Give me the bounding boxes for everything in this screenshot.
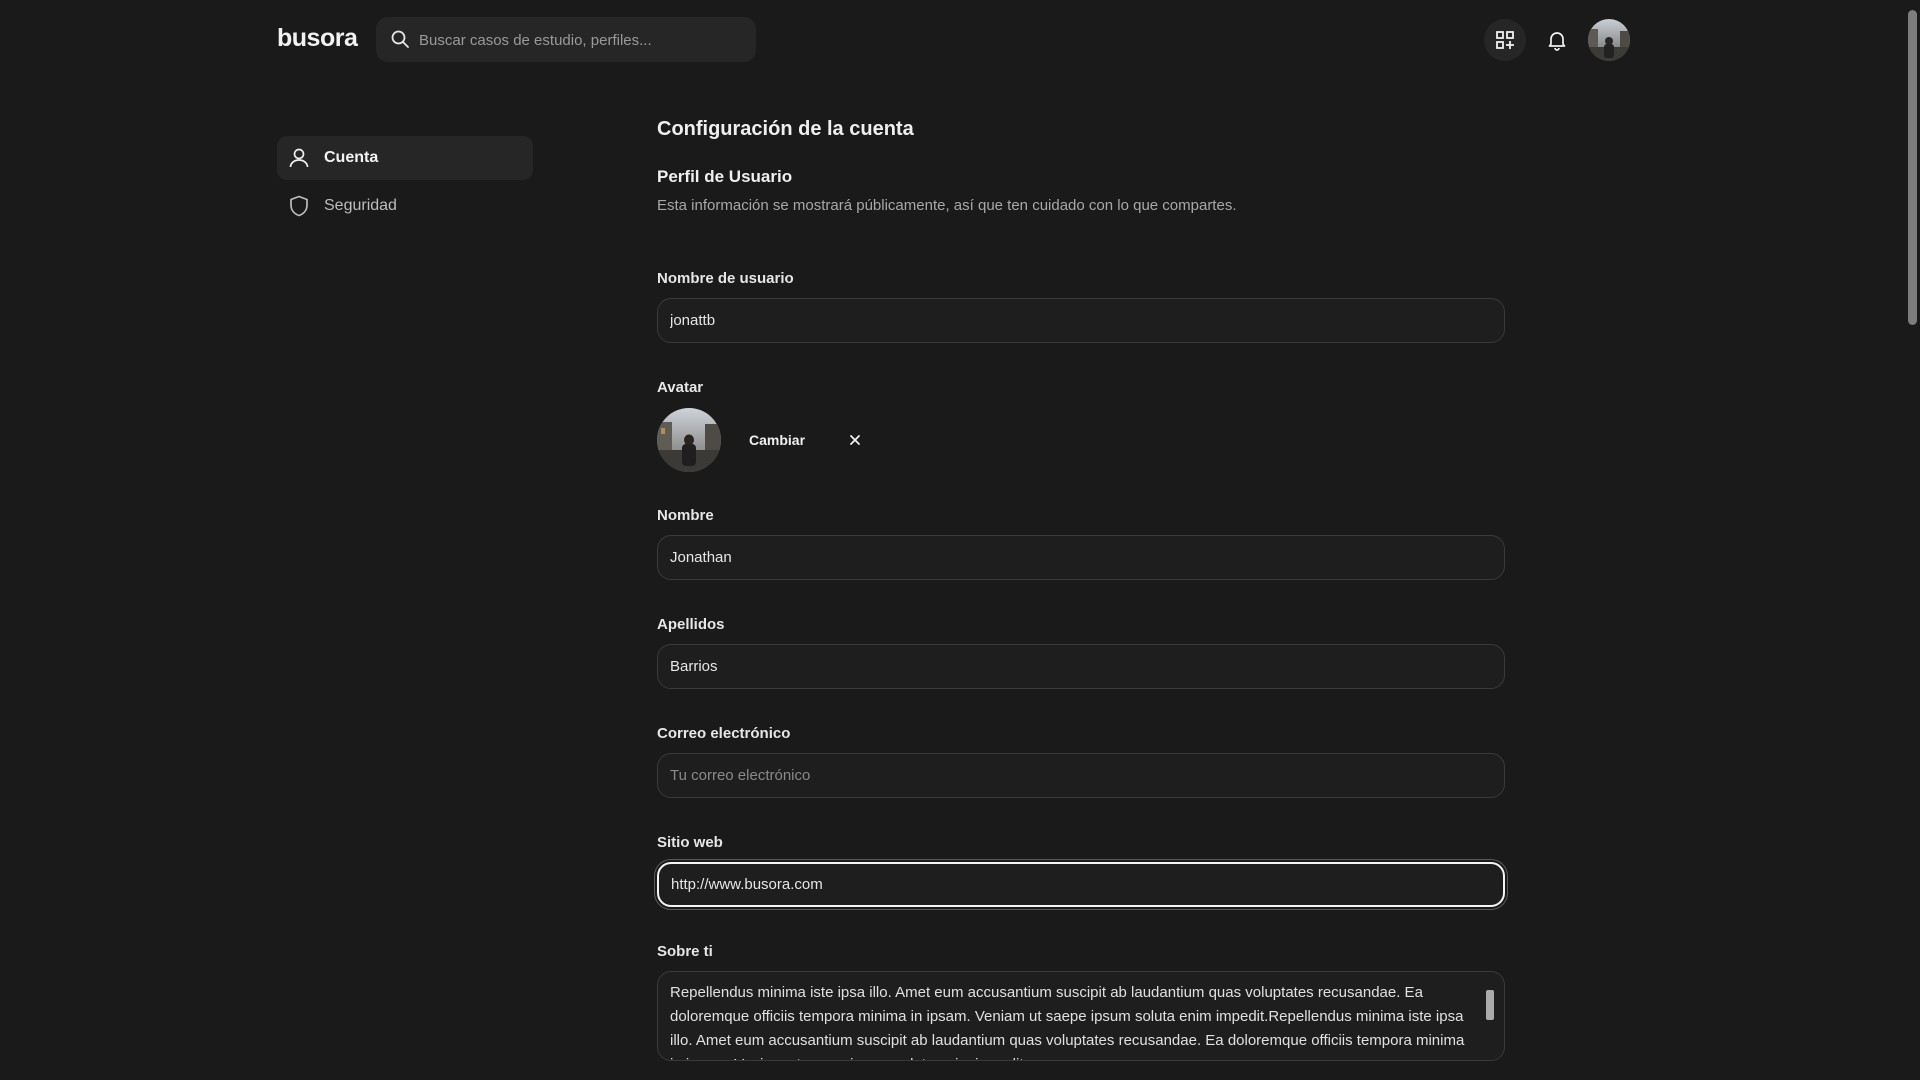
bell-icon — [1548, 32, 1566, 51]
last-name-input[interactable] — [657, 644, 1505, 689]
page-scrollbar-thumb[interactable] — [1908, 10, 1917, 325]
email-label: Correo electrónico — [657, 725, 791, 742]
page-title: Configuración de la cuenta — [657, 118, 914, 140]
about-text: Repellendus minima iste ipsa illo. Amet … — [670, 984, 1465, 1060]
notifications-button[interactable] — [1536, 19, 1578, 61]
sidebar-item-label: Cuenta — [324, 149, 379, 166]
avatar-field-group: Avatar Cambiar — [657, 379, 1505, 472]
avatar-photo — [1588, 19, 1630, 61]
email-input[interactable] — [657, 753, 1505, 798]
remove-avatar-button[interactable] — [845, 430, 865, 450]
top-bar: busora — [0, 0, 1905, 80]
about-label: Sobre ti — [657, 943, 713, 960]
username-label: Nombre de usuario — [657, 270, 794, 287]
sidebar-item-cuenta[interactable]: Cuenta — [277, 136, 533, 180]
user-avatar-menu[interactable] — [1588, 19, 1630, 61]
email-field-group: Correo electrónico — [657, 725, 1505, 798]
username-field-group: Nombre de usuario — [657, 270, 1505, 343]
about-field-group: Sobre ti Repellendus minima iste ipsa il… — [657, 943, 1505, 1061]
shield-icon — [286, 193, 312, 219]
page-scrollbar[interactable] — [1905, 0, 1920, 1080]
website-field-group: Sitio web — [657, 834, 1505, 907]
brand-logo[interactable]: busora — [277, 24, 358, 53]
section-description: Esta información se mostrará públicament… — [657, 197, 1237, 214]
username-input[interactable] — [657, 298, 1505, 343]
first-name-label: Nombre — [657, 507, 714, 524]
search-input[interactable] — [417, 17, 741, 64]
search-icon — [391, 30, 409, 48]
apps-button[interactable] — [1484, 19, 1526, 61]
grid-plus-icon — [1496, 31, 1514, 49]
user-icon — [286, 145, 312, 171]
textarea-scrollbar[interactable] — [1486, 990, 1494, 1020]
last-name-label: Apellidos — [657, 616, 725, 633]
last-name-field-group: Apellidos — [657, 616, 1505, 689]
close-icon — [850, 435, 860, 445]
change-avatar-button[interactable]: Cambiar — [749, 424, 805, 456]
settings-sidebar: Cuenta Seguridad — [277, 136, 533, 232]
avatar-label: Avatar — [657, 379, 704, 396]
first-name-input[interactable] — [657, 535, 1505, 580]
first-name-field-group: Nombre — [657, 507, 1505, 580]
sidebar-item-label: Seguridad — [324, 197, 397, 214]
website-label: Sitio web — [657, 834, 723, 851]
about-textarea[interactable]: Repellendus minima iste ipsa illo. Amet … — [657, 971, 1505, 1061]
account-settings-panel: Configuración de la cuenta Perfil de Usu… — [657, 118, 1505, 1061]
avatar-preview — [657, 408, 721, 472]
sidebar-item-seguridad[interactable]: Seguridad — [277, 184, 533, 228]
search-bar[interactable] — [376, 17, 756, 64]
website-input[interactable] — [657, 862, 1505, 907]
section-title: Perfil de Usuario — [657, 167, 793, 186]
